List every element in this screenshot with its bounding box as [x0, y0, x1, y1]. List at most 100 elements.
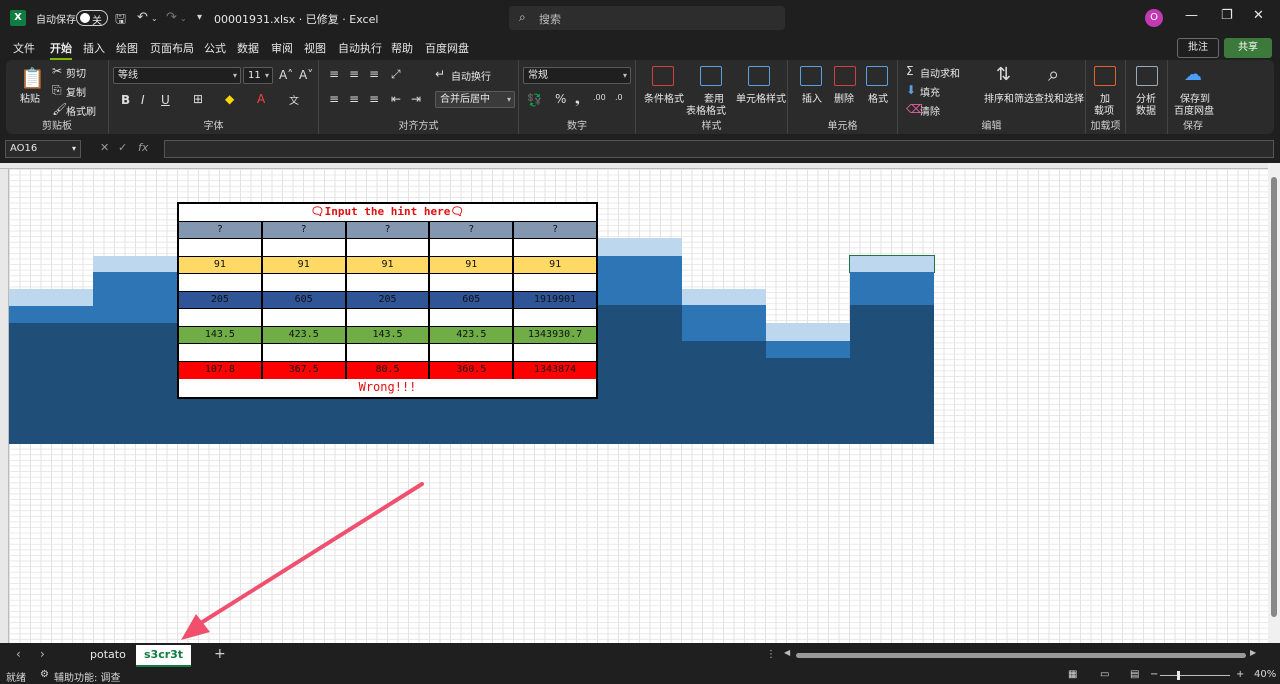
clear-button[interactable]: 清除 — [920, 103, 940, 118]
customize-toolbar-icon[interactable]: ▾ — [197, 12, 202, 23]
font-name-select[interactable]: 等线 ▾ — [113, 67, 241, 84]
accounting-icon[interactable]: 💱 — [527, 93, 542, 107]
analyze-data-icon[interactable] — [1136, 66, 1158, 86]
next-sheet-icon[interactable]: › — [40, 647, 45, 661]
puzzle-cell[interactable] — [514, 344, 596, 361]
puzzle-cell[interactable] — [263, 274, 347, 291]
puzzle-cell[interactable]: 91 — [179, 256, 263, 273]
addins-line2[interactable]: 载项 — [1094, 102, 1114, 117]
formula-input[interactable] — [164, 140, 1274, 158]
scroll-thumb[interactable] — [796, 653, 1246, 658]
puzzle-cell[interactable] — [430, 239, 515, 256]
puzzle-cell[interactable]: 91 — [514, 257, 596, 274]
puzzle-cell[interactable]: 107.8 — [179, 361, 263, 379]
puzzle-cell[interactable] — [179, 309, 263, 326]
comma-icon[interactable]: ❟ — [575, 92, 580, 107]
find-select-icon[interactable]: ⌕ — [1048, 62, 1059, 86]
puzzle-cell[interactable] — [179, 239, 263, 256]
puzzle-cell[interactable] — [263, 344, 347, 361]
save-baidu-line2[interactable]: 百度网盘 — [1174, 102, 1214, 117]
puzzle-cell[interactable]: 423.5 — [430, 326, 515, 343]
puzzle-cell[interactable]: ? — [347, 221, 431, 238]
puzzle-cell[interactable] — [347, 274, 431, 291]
align-right-icon[interactable]: ≡ — [369, 92, 379, 106]
paste-icon[interactable]: 📋 — [20, 66, 45, 90]
more-options-icon[interactable]: ⋮ — [766, 649, 776, 660]
restore-icon[interactable]: ❐ — [1221, 8, 1233, 23]
tab-home[interactable]: 开始 — [50, 40, 72, 60]
phonetic-icon[interactable]: 文 — [289, 92, 299, 107]
puzzle-cell[interactable]: 605 — [430, 291, 515, 308]
italic-button[interactable]: I — [141, 93, 145, 107]
comments-button[interactable]: 批注 — [1177, 38, 1219, 58]
format-as-table-icon[interactable] — [700, 66, 722, 86]
tab-draw[interactable]: 绘图 — [116, 40, 138, 56]
undo-icon[interactable]: ↶ — [137, 10, 148, 25]
underline-button[interactable]: U — [161, 93, 170, 107]
decrease-decimal-icon[interactable]: .0 — [615, 93, 623, 102]
analyze-line2[interactable]: 数据 — [1136, 102, 1156, 117]
decrease-font-icon[interactable]: A˅ — [299, 68, 313, 82]
copy-icon[interactable]: ⎘ — [52, 83, 62, 98]
row-headers[interactable] — [0, 169, 9, 643]
puzzle-cell[interactable] — [430, 309, 515, 326]
orientation-icon[interactable]: ⤢ — [391, 67, 401, 82]
puzzle-cell[interactable]: ? — [430, 221, 515, 238]
page-layout-view-icon[interactable]: ▭ — [1100, 669, 1109, 680]
tab-file[interactable]: 文件 — [13, 40, 35, 56]
page-break-view-icon[interactable]: ▤ — [1130, 669, 1139, 680]
cell-styles-button[interactable]: 单元格样式 — [736, 90, 786, 105]
fill-icon[interactable]: ⬇ — [906, 83, 916, 97]
puzzle-cell[interactable]: 80.5 — [347, 361, 431, 379]
paste-button[interactable]: 粘贴 — [20, 90, 40, 105]
puzzle-cell[interactable]: 360.5 — [430, 361, 515, 379]
puzzle-cell[interactable]: 423.5 — [263, 326, 347, 343]
puzzle-cell[interactable]: 205 — [179, 291, 263, 308]
puzzle-cell[interactable] — [347, 309, 431, 326]
increase-decimal-icon[interactable]: .00 — [593, 93, 606, 102]
tab-help[interactable]: 帮助 — [391, 40, 413, 56]
borders-icon[interactable]: ⊞ — [193, 92, 203, 106]
tab-review[interactable]: 审阅 — [271, 40, 293, 56]
zoom-slider-knob[interactable] — [1177, 671, 1180, 680]
puzzle-cell[interactable] — [263, 309, 347, 326]
zoom-out-icon[interactable]: − — [1150, 669, 1158, 680]
insert-cells-button[interactable]: 插入 — [802, 90, 822, 105]
cancel-icon[interactable]: ✕ — [100, 141, 109, 154]
tab-page-layout[interactable]: 页面布局 — [150, 40, 194, 56]
puzzle-cell[interactable] — [179, 344, 263, 361]
zoom-level[interactable]: 40% — [1254, 669, 1276, 680]
addins-icon[interactable] — [1094, 66, 1116, 86]
enter-icon[interactable]: ✓ — [118, 141, 127, 154]
align-top-icon[interactable]: ≡ — [329, 67, 339, 81]
zoom-slider[interactable] — [1160, 671, 1230, 680]
align-center-icon[interactable]: ≡ — [349, 92, 359, 106]
copy-button[interactable]: 复制 — [66, 84, 86, 99]
hint-input-cell[interactable]: 🗨Input the hint here🗨 — [179, 204, 596, 221]
percent-icon[interactable]: % — [555, 92, 566, 106]
redo-icon[interactable]: ↷ — [166, 10, 177, 25]
sheet-tab-potato[interactable]: potato — [82, 645, 134, 667]
puzzle-cell[interactable] — [514, 239, 596, 256]
add-sheet-icon[interactable]: + — [214, 646, 226, 662]
cut-button[interactable]: 剪切 — [66, 65, 86, 80]
redo-dropdown-icon[interactable]: ⌄ — [180, 14, 187, 23]
tab-view[interactable]: 视图 — [304, 40, 326, 56]
name-box[interactable]: AO16 ▾ — [5, 140, 81, 158]
font-size-select[interactable]: 11 ▾ — [243, 67, 273, 84]
fill-color-icon[interactable]: ◆ — [225, 92, 234, 106]
save-icon[interactable]: 🖫 — [115, 10, 126, 32]
cell-styles-icon[interactable] — [748, 66, 770, 86]
tab-data[interactable]: 数据 — [237, 40, 259, 56]
scroll-right-icon[interactable]: ▶ — [1250, 648, 1256, 657]
font-color-icon[interactable]: A — [257, 92, 265, 106]
prev-sheet-icon[interactable]: ‹ — [16, 647, 21, 661]
undo-dropdown-icon[interactable]: ⌄ — [151, 14, 158, 23]
tab-insert[interactable]: 插入 — [83, 40, 105, 56]
search-box[interactable]: ⌕ 搜索 — [509, 6, 785, 30]
indent-icon[interactable]: ⇤ — [391, 92, 401, 106]
tab-baidu-netdisk[interactable]: 百度网盘 — [425, 40, 469, 56]
align-bottom-icon[interactable]: ≡ — [369, 67, 379, 81]
outdent-icon[interactable]: ⇥ — [411, 92, 421, 106]
wrap-text-button[interactable]: 自动换行 — [451, 68, 491, 83]
